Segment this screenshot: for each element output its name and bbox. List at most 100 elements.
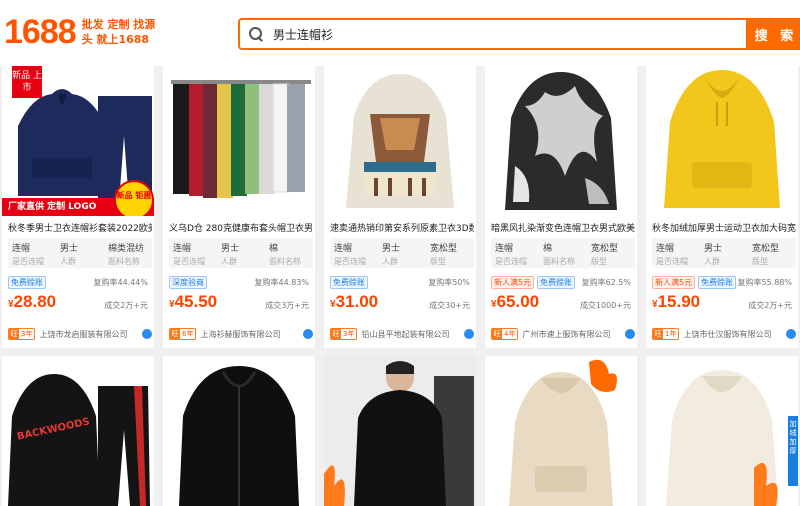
shop-info[interactable]: 旺 3年 上饶市龙启服装有限公司 xyxy=(8,327,152,341)
product-card[interactable]: 加绒加厚 xyxy=(646,356,798,506)
product-card[interactable]: 暗黑风扎染渐变色连帽卫衣男式欧美高 连帽 是否连帽 棉面料名称 宽松型 版型 新人满… xyxy=(485,66,637,348)
product-image[interactable] xyxy=(646,66,798,216)
product-image[interactable] xyxy=(485,66,637,216)
attr-key: 是否连帽 xyxy=(656,257,688,266)
product-attributes: 连帽 是否连帽 男士 人群 棉类混纺 面料名称 xyxy=(8,238,152,268)
product-card[interactable]: 速卖通热销印第安系列原素卫衣3D数 连帽 是否连帽 男士 人群 宽松型 版型 免费赊账… xyxy=(324,66,476,348)
product-title[interactable]: 义乌D仓 280克健康布套头帽卫衣男 xyxy=(169,221,313,234)
site-logo[interactable]: 1688 批发 定制 找源头 就上1688 xyxy=(4,12,162,52)
chat-icon[interactable] xyxy=(786,329,796,339)
service-tag: 免费赊账 xyxy=(8,276,46,289)
service-tag: 免费赊账 xyxy=(698,276,737,289)
price-value: 31.00 xyxy=(335,292,379,311)
attr-value: 棉类混纺 xyxy=(108,244,145,254)
search-bar[interactable] xyxy=(238,18,748,50)
product-card[interactable]: BACKWOODS xyxy=(2,356,154,506)
new-arrival-badge: 新品 上市 xyxy=(12,66,42,98)
product-image[interactable]: BACKWOODS xyxy=(2,356,154,506)
store-icon: 旺 xyxy=(492,329,502,339)
price-value: 15.90 xyxy=(657,292,701,311)
shop-info[interactable]: 旺 3年 铅山县平地起装有限公司 xyxy=(330,327,474,341)
attr-value: 棉 xyxy=(269,244,279,254)
product-attributes: 连帽 是否连帽 男士 人群 棉面料名称 xyxy=(169,238,313,268)
product-title[interactable]: 秋冬加绒加厚男士运动卫衣加大码宽松 xyxy=(652,221,796,234)
store-icon: 旺 xyxy=(170,329,180,339)
attr-value: 男士 xyxy=(221,244,240,254)
service-tags: 新人满5元 免费赊账 xyxy=(491,276,576,289)
shop-name[interactable]: 上饶市仕汉服饰有限公司 xyxy=(683,329,786,340)
repurchase-rate: 复购率44.44% xyxy=(93,278,148,287)
product-card[interactable]: 义乌D仓 280克健康布套头帽卫衣男 连帽 是否连帽 男士 人群 棉面料名称 深度验… xyxy=(163,66,315,348)
product-card[interactable] xyxy=(163,356,315,506)
service-tag: 免费赊账 xyxy=(537,276,576,289)
attr-value: 宽松型 xyxy=(430,244,458,254)
product-image[interactable] xyxy=(163,356,315,506)
sales-volume: 成交2万+元 xyxy=(748,301,792,310)
price-value: 28.80 xyxy=(13,292,57,311)
product-image[interactable] xyxy=(485,356,637,506)
product-attributes: 连帽 是否连帽 棉面料名称 宽松型 版型 xyxy=(491,238,635,268)
product-image[interactable]: 新品 上市 厂家直供 定制 LOGO 新品 钜惠 xyxy=(2,66,154,216)
product-image[interactable] xyxy=(163,66,315,216)
chat-icon[interactable] xyxy=(142,329,152,339)
chat-icon[interactable] xyxy=(625,329,635,339)
sales-volume: 成交30+元 xyxy=(429,301,470,310)
product-price: ¥28.80 xyxy=(8,292,56,312)
chat-icon[interactable] xyxy=(303,329,313,339)
product-card[interactable] xyxy=(485,356,637,506)
attr-key: 是否连帽 xyxy=(12,257,44,266)
shop-name[interactable]: 广州市速上服饰有限公司 xyxy=(522,329,625,340)
shop-info[interactable]: 旺 6年 上海衫赫服饰有限公司 xyxy=(169,327,313,341)
sales-volume: 成交1000+元 xyxy=(579,301,631,310)
shop-name[interactable]: 上海衫赫服饰有限公司 xyxy=(200,329,303,340)
attr-value: 连帽 xyxy=(495,244,514,254)
service-tags: 免费赊账 xyxy=(8,276,46,289)
service-tag: 新人满5元 xyxy=(652,276,696,289)
service-tags: 深度验商 xyxy=(169,276,207,289)
product-price: ¥31.00 xyxy=(330,292,378,312)
shop-name[interactable]: 铅山县平地起装有限公司 xyxy=(361,329,464,340)
product-image[interactable] xyxy=(324,356,476,506)
product-price: ¥65.00 xyxy=(491,292,539,312)
store-years: 4年 xyxy=(504,330,516,338)
product-image[interactable] xyxy=(646,356,798,506)
repurchase-rate: 复购率55.88% xyxy=(737,278,792,287)
attr-value: 棉 xyxy=(543,244,553,254)
attr-value: 男士 xyxy=(704,244,723,254)
price-value: 65.00 xyxy=(496,292,540,311)
chat-icon[interactable] xyxy=(464,329,474,339)
search-input[interactable] xyxy=(273,27,713,41)
shop-name[interactable]: 上饶市龙启服装有限公司 xyxy=(39,329,142,340)
sales-volume: 成交3万+元 xyxy=(265,301,309,310)
repurchase-rate: 复购率50% xyxy=(428,278,470,287)
product-card[interactable]: 新品 上市 厂家直供 定制 LOGO 新品 钜惠 秋冬季男士卫衣连帽衫套装202… xyxy=(2,66,154,348)
attr-key: 是否连帽 xyxy=(173,257,205,266)
attr-key: 人群 xyxy=(704,257,720,266)
shop-info[interactable]: 旺 1年 上饶市仕汉服饰有限公司 xyxy=(652,327,796,341)
attr-value: 宽松型 xyxy=(752,244,780,254)
attr-value: 宽松型 xyxy=(591,244,619,254)
product-price: ¥15.90 xyxy=(652,292,700,312)
store-years: 3年 xyxy=(21,330,33,338)
search-button[interactable]: 搜 索 xyxy=(746,18,800,50)
search-icon xyxy=(249,27,263,41)
site-header: 1688 批发 定制 找源头 就上1688 搜 索 xyxy=(0,0,800,66)
product-attributes: 连帽 是否连帽 男士 人群 宽松型 版型 xyxy=(330,238,474,268)
store-years-badge: 旺 1年 xyxy=(652,328,680,340)
product-card[interactable]: 秋冬加绒加厚男士运动卫衣加大码宽松 连帽是否连帽 男士人群 宽松型版型 新人满5… xyxy=(646,66,798,348)
store-years-badge: 旺 6年 xyxy=(169,328,197,340)
store-years-badge: 旺 4年 xyxy=(491,328,519,340)
attr-value: 连帽 xyxy=(656,244,675,254)
service-tags: 免费赊账 xyxy=(330,276,368,289)
side-promo-strip: 加绒加厚 xyxy=(788,416,798,486)
logo-number: 1688 xyxy=(4,13,77,51)
product-image[interactable] xyxy=(324,66,476,216)
product-card[interactable] xyxy=(324,356,476,506)
product-title[interactable]: 秋冬季男士卫衣连帽衫套装2022欧美 xyxy=(8,221,152,234)
attr-key: 人群 xyxy=(382,257,398,266)
attr-key: 版型 xyxy=(752,257,768,266)
product-title[interactable]: 暗黑风扎染渐变色连帽卫衣男式欧美高 xyxy=(491,221,635,234)
price-value: 45.50 xyxy=(174,292,218,311)
product-title[interactable]: 速卖通热销印第安系列原素卫衣3D数 xyxy=(330,221,474,234)
shop-info[interactable]: 旺 4年 广州市速上服饰有限公司 xyxy=(491,327,635,341)
